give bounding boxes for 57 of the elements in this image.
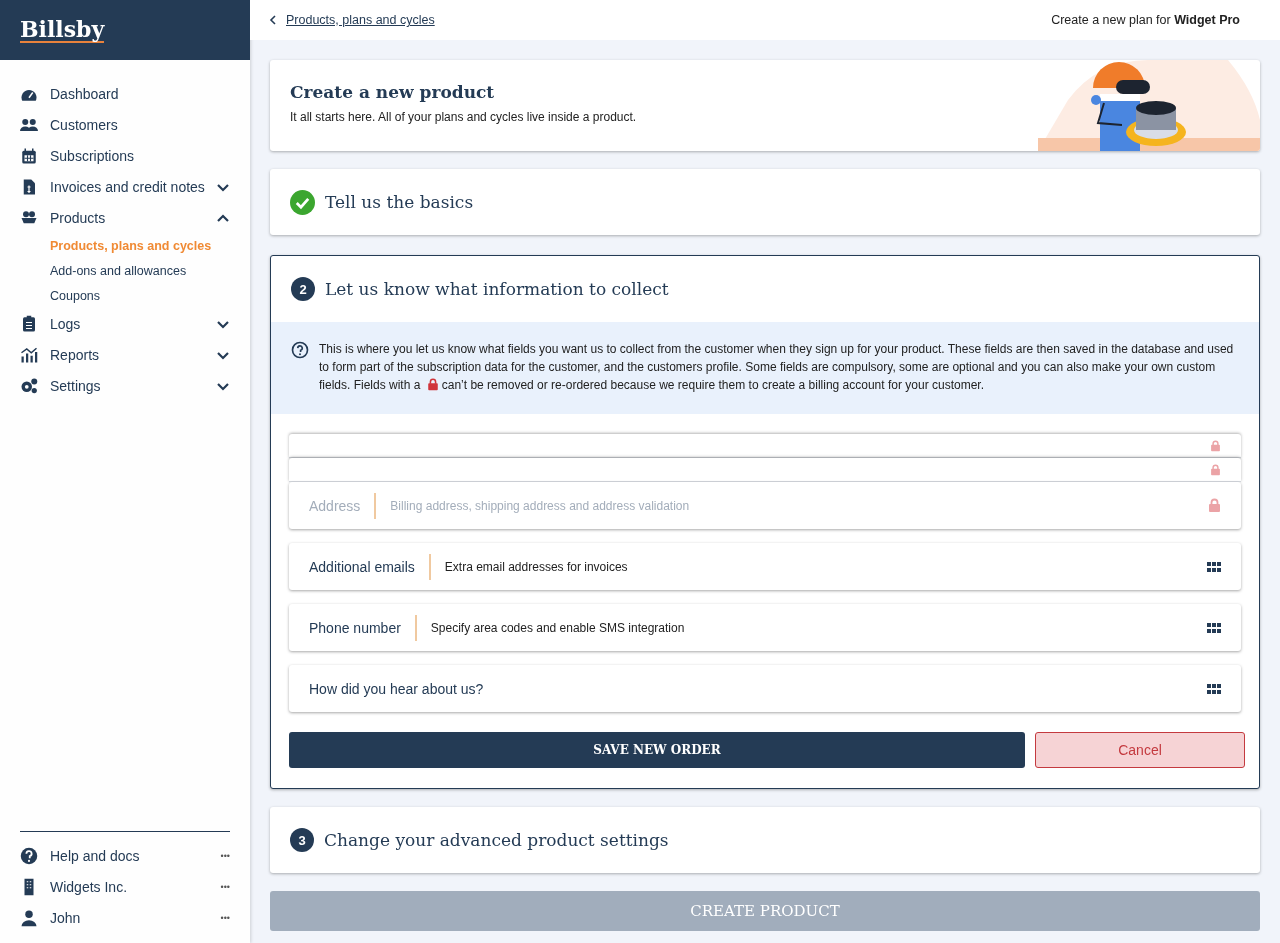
sidebar-subitem[interactable]: Add-ons and allowances [20, 258, 250, 283]
field-label: Additional emails [309, 558, 416, 575]
drag-handle-icon [1207, 622, 1221, 633]
step-number: 3 [290, 828, 314, 852]
field-label: How did you hear about us? [309, 680, 485, 697]
more-button[interactable]: ••• [220, 881, 230, 892]
nav-item[interactable]: John [50, 909, 221, 926]
nav-item[interactable]: Settings [20, 370, 250, 401]
page-context: Create a new plan for Widget Pro [1051, 13, 1240, 27]
clipboard-icon [20, 314, 38, 333]
chevron-left-icon [268, 15, 278, 25]
lock-icon [1210, 463, 1221, 476]
lock-icon [1210, 439, 1221, 452]
step-number: 2 [291, 277, 315, 301]
field-description: Specify area codes and enable SMS integration [414, 614, 685, 641]
field-label: Address [309, 497, 362, 514]
bar-chart-icon [20, 345, 38, 364]
lock-icon [426, 378, 439, 391]
nav-item[interactable]: Customers [20, 109, 250, 140]
settings-icon [20, 376, 38, 395]
field-row[interactable]: How did you hear about us? [289, 665, 1241, 712]
cancel-button[interactable]: Cancel [1035, 732, 1245, 768]
sidebar-subitem[interactable]: Coupons [20, 283, 250, 308]
nav-item[interactable]: Help and docs [50, 847, 221, 864]
step-title: Tell us the basics [325, 192, 474, 212]
check-icon [290, 189, 315, 215]
step-title: Change your advanced product settings [324, 830, 669, 850]
user-icon [20, 908, 38, 927]
calendar-icon [20, 146, 38, 165]
drag-handle-icon [1207, 683, 1221, 694]
nav-item[interactable]: Invoices and credit notes [20, 171, 250, 202]
field-row[interactable]: Phone number Specify area codes and enable SMS integration [289, 604, 1241, 651]
info-text: This is where you let us know what fields you want us to collect from the customer when they sign up for your product. These fields are then saved in the database and used to form part of the subscription data for the customer, and the customers profile. Some fields are compulsory, some are optional and you can also make your own custom fields. Fields with a can’t be removed or re-ordered because we require them to create a billing account for your customer. [319, 341, 1235, 394]
field-description: Billing address, shipping address and address validation [374, 492, 690, 519]
nav-item[interactable]: Logs [20, 308, 250, 339]
nav-item[interactable]: Products [20, 202, 250, 233]
back-link[interactable]: Products, plans and cycles [268, 13, 435, 27]
drag-handle-icon [1207, 561, 1221, 572]
card-title: Create a new product [290, 82, 496, 102]
lock-icon [1208, 498, 1221, 513]
field-label: Phone number [309, 619, 402, 636]
nav-item[interactable]: Reports [20, 339, 250, 370]
nav-item[interactable]: Subscriptions [20, 140, 250, 171]
step-card[interactable]: 3 Change your advanced product settings [270, 807, 1260, 873]
more-button[interactable]: ••• [220, 850, 230, 861]
save-button[interactable]: SAVE NEW ORDER [289, 732, 1025, 768]
nav-item[interactable]: Widgets Inc. [50, 878, 221, 895]
nav-item[interactable]: Dashboard [20, 78, 250, 109]
help-icon [291, 341, 309, 359]
step-card[interactable]: Tell us the basics [270, 169, 1260, 235]
help-icon [20, 846, 38, 865]
step-title: Let us know what information to collect [325, 279, 669, 299]
card-subtitle: It all starts here. All of your plans and cycles live inside a product. [290, 110, 637, 124]
logo[interactable]: Billsby [20, 17, 105, 43]
field-row[interactable]: Additional emails Extra email addresses for invoices [289, 543, 1241, 590]
more-button[interactable]: ••• [220, 912, 230, 923]
field-description: Extra email addresses for invoices [428, 553, 628, 580]
